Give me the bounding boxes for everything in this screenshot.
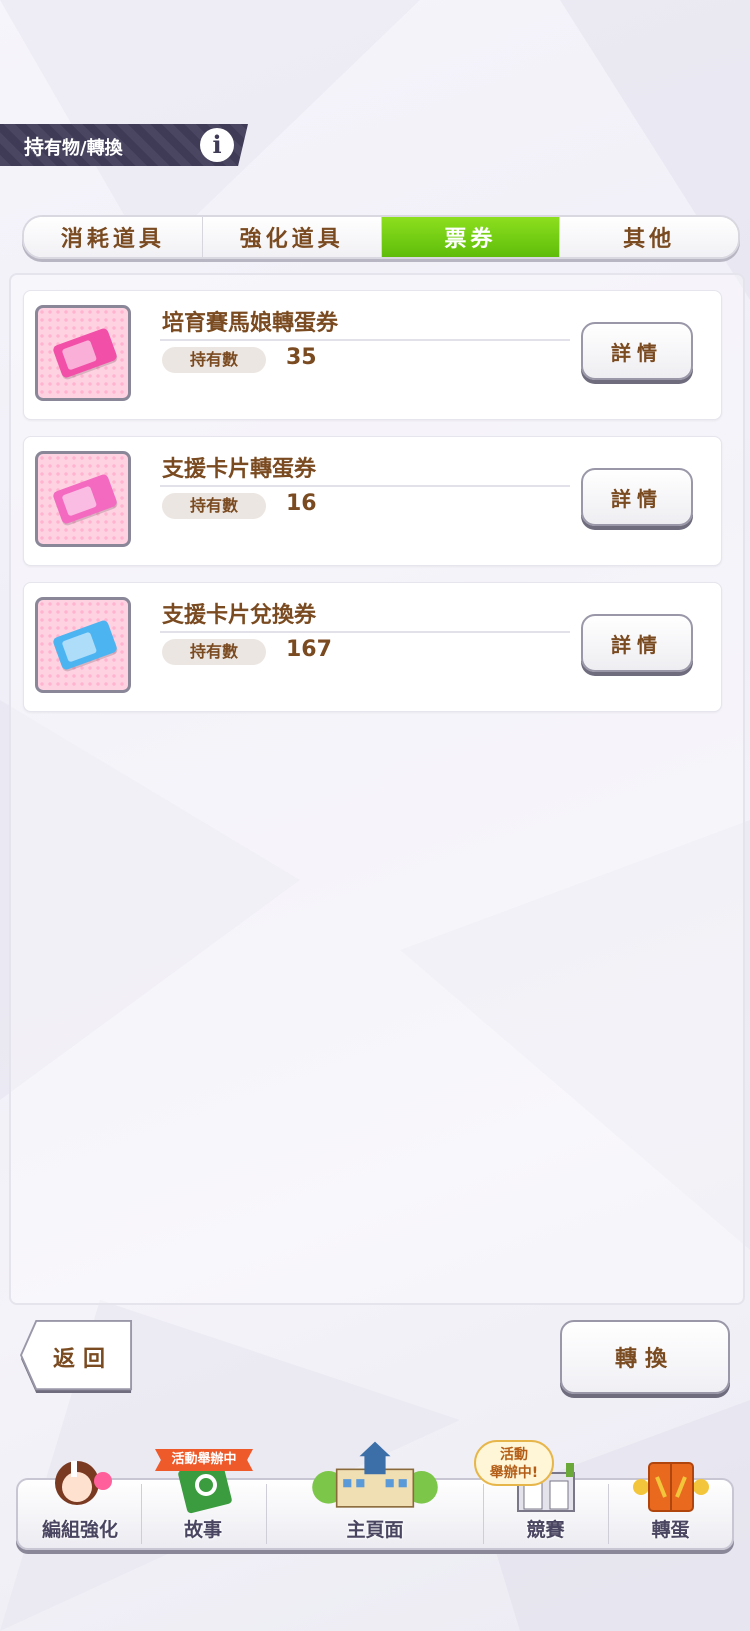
tab-consumables[interactable]: 消耗道具 (24, 217, 203, 257)
character-avatar-icon (55, 1461, 112, 1505)
nav-divider (266, 1484, 267, 1544)
item-list-panel (9, 273, 745, 1305)
item-divider (160, 339, 570, 341)
item-name: 培育賽馬娘轉蛋券 (162, 311, 339, 336)
list-item: 培育賽馬娘轉蛋券 持有數 35 詳情 (23, 290, 722, 420)
event-bubble: 活動 舉辦中! (474, 1440, 554, 1486)
back-button[interactable]: 返回 (16, 1320, 138, 1394)
event-badge: 活動舉辦中 (155, 1449, 253, 1471)
page-title-rest: 有物/轉換 (44, 138, 123, 159)
owned-label: 持有數 (162, 493, 266, 519)
list-item: 支援卡片兌換券 持有數 167 詳情 (23, 582, 722, 712)
nav-home[interactable]: 主頁面 (268, 1440, 482, 1552)
nav-label: 競賽 (526, 1519, 565, 1541)
gacha-gate-icon (632, 1462, 709, 1512)
page-title-main: 持 (24, 135, 44, 159)
item-divider (160, 485, 570, 487)
info-icon[interactable]: i (200, 128, 234, 162)
tab-others[interactable]: 其他 (560, 217, 738, 257)
nav-label: 主頁面 (346, 1519, 404, 1541)
convert-button[interactable]: 轉換 (560, 1320, 730, 1394)
nav-label: 故事 (183, 1519, 222, 1541)
item-name: 支援卡片轉蛋券 (162, 457, 317, 482)
nav-team-enhance[interactable]: 編組強化 (20, 1440, 140, 1552)
nav-gacha[interactable]: 轉蛋 (609, 1440, 732, 1552)
event-bubble-line1: 活動 (500, 1447, 528, 1463)
detail-button[interactable]: 詳情 (581, 322, 693, 380)
item-name: 支援卡片兌換券 (162, 603, 317, 628)
page-title: 持有物/轉換 (24, 131, 123, 160)
page-header: 持有物/轉換 i (0, 124, 248, 166)
item-divider (160, 631, 570, 633)
category-tabs: 消耗道具 強化道具 票券 其他 (22, 215, 740, 259)
event-bubble-line2: 舉辦中! (489, 1465, 539, 1481)
ticket-icon (51, 327, 119, 379)
owned-count: 167 (286, 637, 332, 662)
owned-count: 16 (286, 491, 317, 516)
detail-button[interactable]: 詳情 (581, 468, 693, 526)
ticket-icon (51, 473, 119, 525)
nav-label: 轉蛋 (651, 1519, 690, 1541)
item-icon (35, 597, 131, 693)
tab-tickets[interactable]: 票券 (381, 217, 561, 257)
school-building-icon (312, 1441, 438, 1508)
ticket-icon (51, 619, 119, 671)
owned-label: 持有數 (162, 347, 266, 373)
item-icon (35, 451, 131, 547)
item-icon (35, 305, 131, 401)
owned-label: 持有數 (162, 639, 266, 665)
nav-label: 編組強化 (41, 1519, 118, 1541)
list-item: 支援卡片轉蛋券 持有數 16 詳情 (23, 436, 722, 566)
detail-button[interactable]: 詳情 (581, 614, 693, 672)
tab-enhancement[interactable]: 強化道具 (202, 217, 382, 257)
owned-count: 35 (286, 345, 317, 370)
